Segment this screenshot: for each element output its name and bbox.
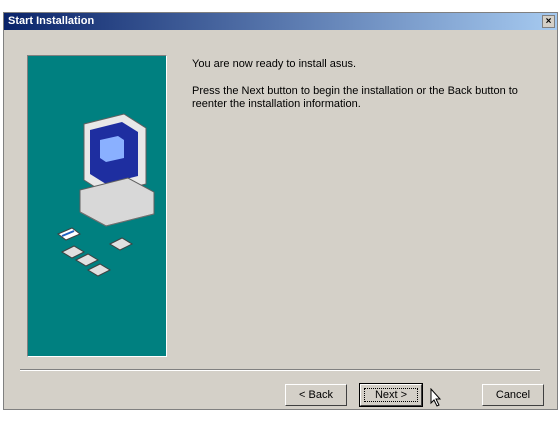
mouse-cursor-icon bbox=[430, 388, 444, 408]
setup-illustration-panel bbox=[27, 55, 167, 357]
close-button[interactable]: × bbox=[542, 15, 555, 28]
next-button[interactable]: Next > bbox=[359, 383, 423, 407]
separator bbox=[20, 369, 540, 371]
focus-rectangle bbox=[364, 388, 418, 402]
back-button[interactable]: < Back bbox=[285, 384, 347, 406]
computer-illustration bbox=[57, 113, 155, 277]
installer-window: Start Installation × You are now ready t… bbox=[3, 12, 558, 410]
instructions-message: Press the Next button to begin the insta… bbox=[192, 85, 518, 110]
title-bar[interactable]: Start Installation × bbox=[4, 13, 557, 30]
cancel-button[interactable]: Cancel bbox=[482, 384, 544, 406]
ready-message: You are now ready to install asus. bbox=[192, 58, 357, 70]
window-title: Start Installation bbox=[8, 15, 95, 27]
